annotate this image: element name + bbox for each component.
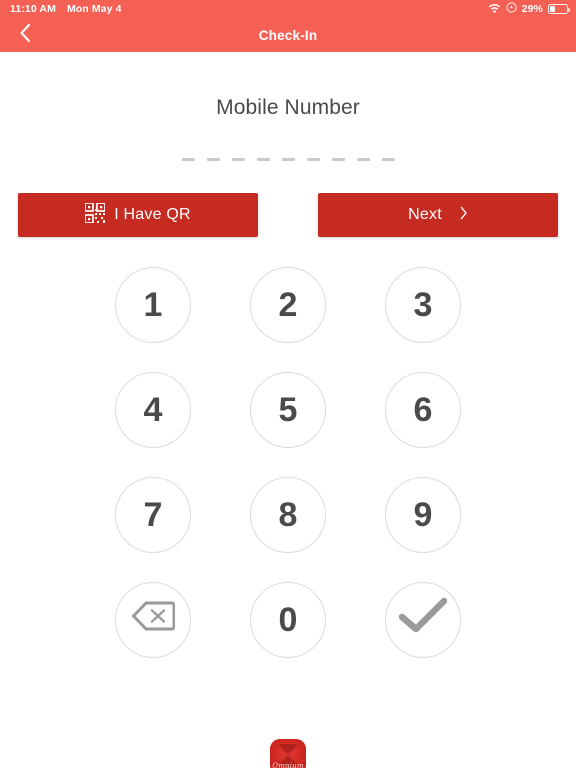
key-label: 2 <box>278 285 298 324</box>
key-label: 3 <box>413 285 433 324</box>
key-label: 7 <box>143 495 163 534</box>
mobile-digit-placeholder <box>256 158 270 161</box>
key-1[interactable]: 1 <box>115 267 191 343</box>
nav-bar: Check-In <box>0 18 576 52</box>
footer: Omnium OFFICE powered by ◢ ZIPGRID <box>0 739 576 768</box>
status-bar: 11:10 AM Mon May 4 29% <box>0 0 576 18</box>
key-submit[interactable] <box>385 582 461 658</box>
battery-icon <box>548 4 571 14</box>
battery-percent-label: 29% <box>521 3 543 15</box>
key-3[interactable]: 3 <box>385 267 461 343</box>
key-label: 6 <box>413 390 433 429</box>
key-label: 5 <box>278 390 298 429</box>
checkmark-icon <box>398 597 448 644</box>
i-have-qr-button[interactable]: I Have QR <box>18 193 258 237</box>
key-7[interactable]: 7 <box>115 477 191 553</box>
action-buttons-row: I Have QR Next <box>0 193 576 237</box>
status-right-group: 29% <box>488 2 571 16</box>
mobile-digit-placeholder <box>381 158 395 161</box>
key-label: 1 <box>143 285 163 324</box>
status-time: 11:10 AM <box>10 3 56 15</box>
mobile-digit-placeholder <box>306 158 320 161</box>
key-2[interactable]: 2 <box>250 267 326 343</box>
key-4[interactable]: 4 <box>115 372 191 448</box>
key-label: 0 <box>278 600 298 639</box>
key-label: 9 <box>413 495 433 534</box>
key-backspace[interactable] <box>115 582 191 658</box>
key-6[interactable]: 6 <box>385 372 461 448</box>
mobile-digit-placeholder <box>181 158 195 161</box>
next-label: Next <box>408 206 442 223</box>
key-8[interactable]: 8 <box>250 477 326 553</box>
location-icon <box>506 2 517 16</box>
i-have-qr-label: I Have QR <box>114 206 191 223</box>
mobile-number-input[interactable] <box>0 158 576 161</box>
chevron-right-icon <box>460 206 468 225</box>
back-button[interactable] <box>8 18 42 52</box>
logo-script-text: Omnium <box>272 762 304 768</box>
status-date: Mon May 4 <box>66 3 122 15</box>
numeric-keypad: 1 2 3 4 5 6 7 8 9 0 <box>0 267 576 658</box>
mobile-digit-placeholder <box>281 158 295 161</box>
backspace-icon <box>131 600 176 641</box>
wifi-icon <box>488 3 501 16</box>
chevron-left-icon <box>19 23 31 48</box>
next-button[interactable]: Next <box>318 193 558 237</box>
key-9[interactable]: 9 <box>385 477 461 553</box>
main-content: Mobile Number I Have QR Next 1 2 3 4 5 6… <box>0 96 576 768</box>
mobile-number-label: Mobile Number <box>216 96 360 119</box>
key-label: 8 <box>278 495 298 534</box>
mobile-digit-placeholder <box>331 158 345 161</box>
mobile-digit-placeholder <box>356 158 370 161</box>
key-0[interactable]: 0 <box>250 582 326 658</box>
key-label: 4 <box>143 390 163 429</box>
qr-code-icon <box>84 201 107 228</box>
key-5[interactable]: 5 <box>250 372 326 448</box>
office-app-logo-icon: Omnium <box>270 739 306 768</box>
mobile-digit-placeholder <box>206 158 220 161</box>
check-in-screen: 11:10 AM Mon May 4 29% Check-In Mobile N… <box>0 0 576 768</box>
page-title: Check-In <box>258 27 318 43</box>
mobile-digit-placeholder <box>231 158 245 161</box>
